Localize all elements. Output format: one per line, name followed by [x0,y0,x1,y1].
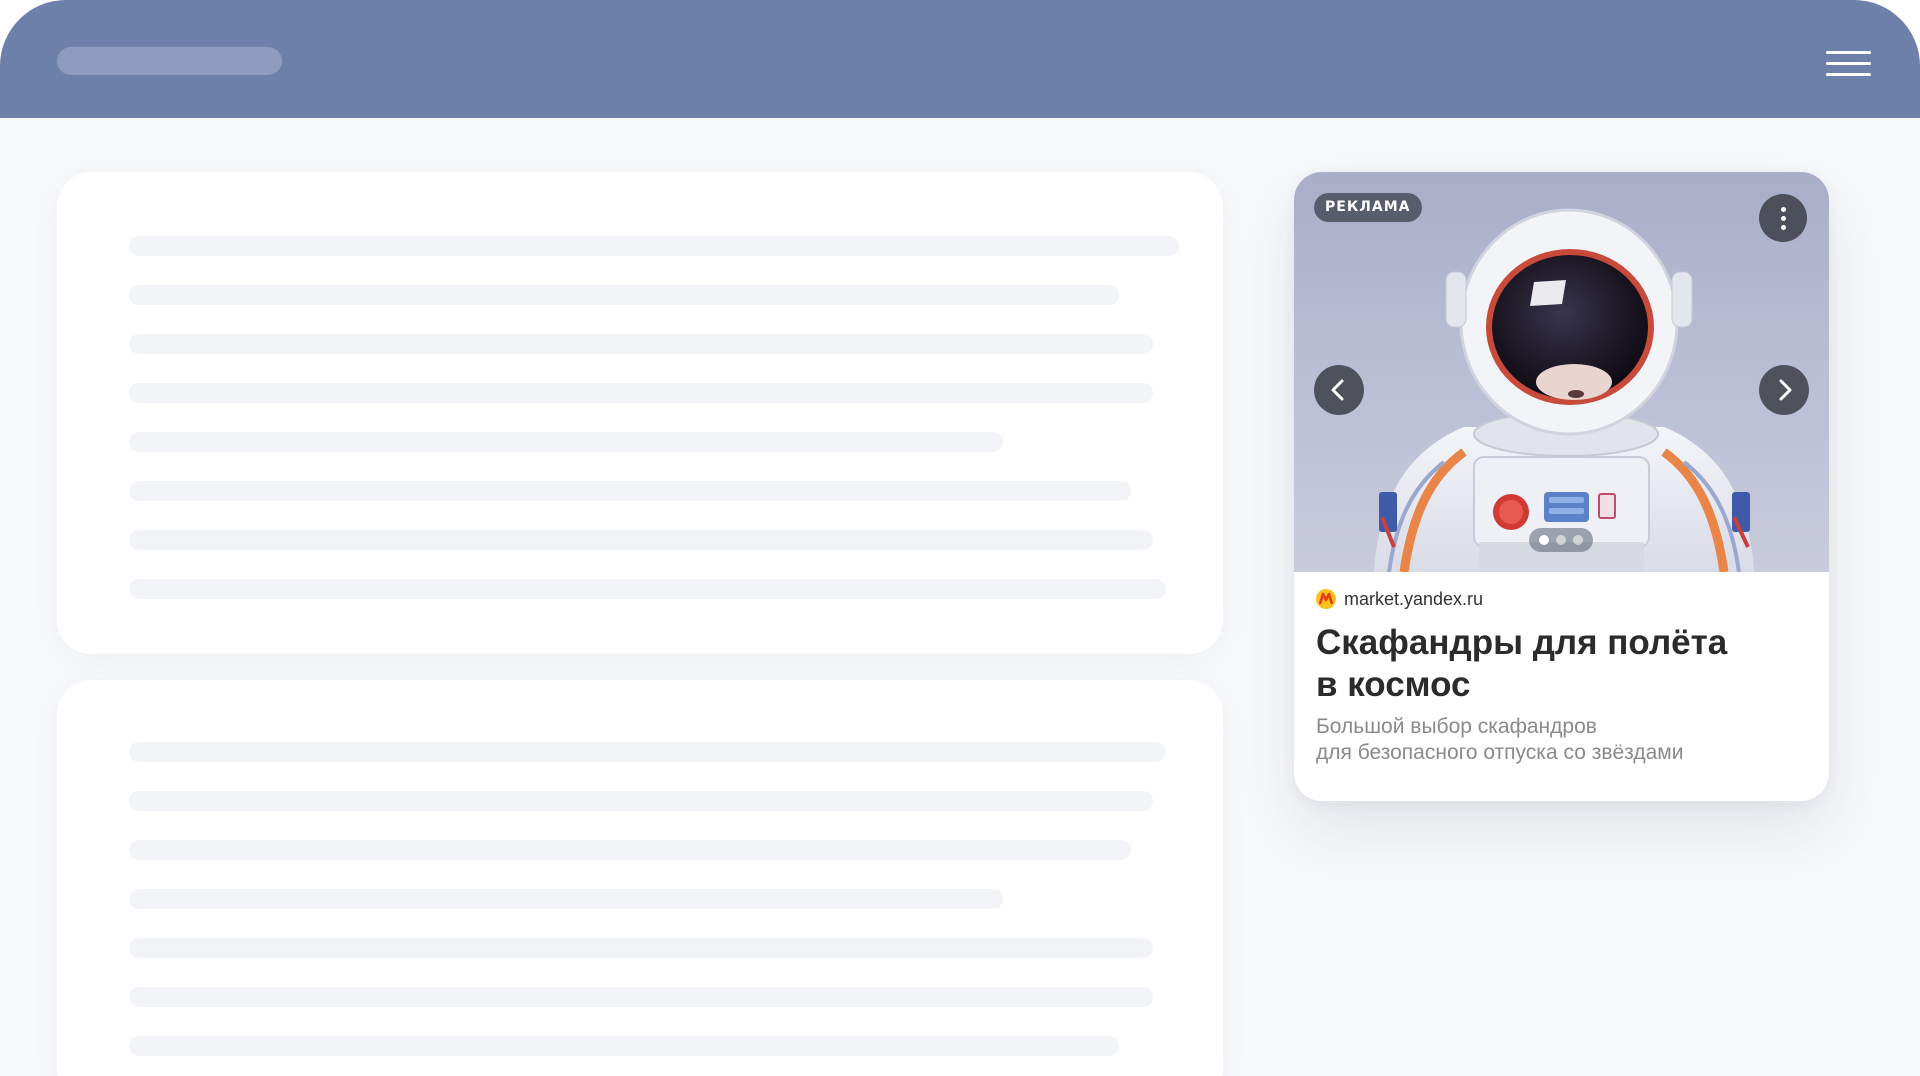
skeleton-line [129,791,1153,811]
skeleton-line [129,742,1166,762]
ad-description: Большой выбор скафандров для безопасного… [1316,714,1796,766]
chevron-right-icon [1779,379,1792,401]
ad-body: market.yandex.ru Скафандры для полёта в … [1294,572,1829,801]
site-header [0,0,1920,118]
ad-label-badge: РЕКЛАМА [1314,193,1422,222]
ad-title-line: в космос [1316,665,1471,704]
ad-description-line: для безопасного отпуска со звёздами [1316,741,1684,764]
skeleton-line [129,840,1131,860]
skeleton-line [129,383,1153,403]
content-skeleton-card [57,172,1223,654]
ad-domain-link[interactable]: market.yandex.ru [1316,586,1483,612]
astronaut-spacesuit-image[interactable]: РЕКЛАМА [1294,172,1829,572]
skeleton-line [129,236,1179,256]
logo-placeholder [57,47,282,75]
carousel-dot[interactable] [1556,535,1566,545]
skeleton-line [129,889,1003,909]
skeleton-line [129,579,1166,599]
ad-domain: market.yandex.ru [1344,588,1484,609]
chevron-left-icon [1331,379,1344,401]
skeleton-line [129,1036,1119,1056]
ad-title[interactable]: Скафандры для полёта в космос [1316,622,1796,706]
carousel-prev-button[interactable] [1314,365,1364,415]
skeleton-line [129,481,1131,501]
skeleton-line [129,285,1119,305]
skeleton-line [129,530,1153,550]
carousel-dot[interactable] [1539,535,1549,545]
ad-title-line: Скафандры для полёта [1316,623,1728,662]
content-skeleton-card [57,680,1223,1076]
more-vertical-icon[interactable] [1759,194,1807,242]
page: РЕКЛАМА market.yandex.ru Скафандры для п… [0,0,1920,1076]
astronaut-illustration [1374,208,1754,572]
skeleton-line [129,432,1003,452]
ad-card[interactable]: РЕКЛАМА market.yandex.ru Скафандры для п… [1294,172,1829,801]
yandex-market-icon [1316,589,1336,609]
browser-frame: РЕКЛАМА market.yandex.ru Скафандры для п… [0,0,1920,1076]
skeleton-line [129,334,1153,354]
carousel-next-button[interactable] [1759,365,1809,415]
carousel-pagination [1529,528,1593,552]
carousel-dot[interactable] [1573,535,1583,545]
hamburger-menu-icon[interactable] [1826,48,1874,80]
ad-description-line: Большой выбор скафандров [1316,715,1597,738]
skeleton-line [129,938,1153,958]
skeleton-line [129,987,1153,1007]
